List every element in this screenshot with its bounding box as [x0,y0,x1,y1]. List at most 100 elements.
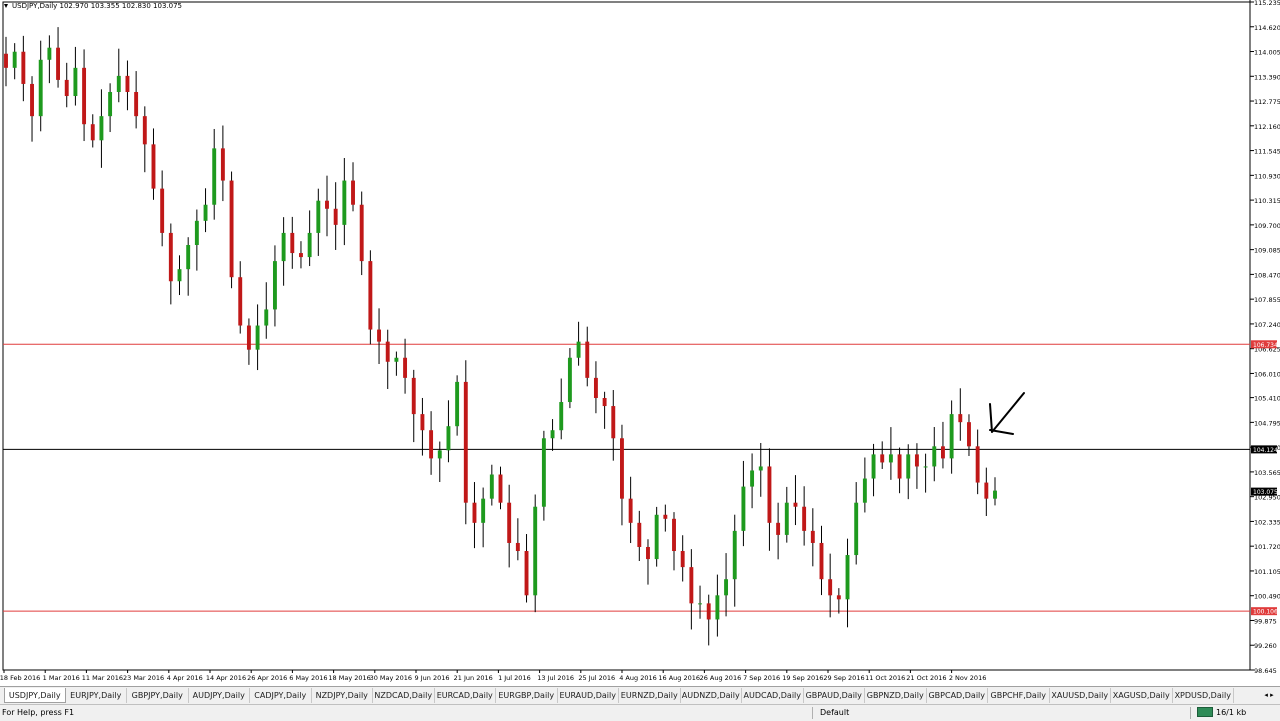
candle-bull [923,466,928,468]
price-tick-label: 112.775 [1254,98,1280,106]
date-tick-label: 4 Aug 2016 [619,674,657,682]
chart-tab[interactable]: EURCAD,Daily [435,688,496,703]
candle-bull [73,67,78,97]
candle-bull [264,309,269,326]
candlestick-chart[interactable]: 115.235 114.620 114.005 113.390 112.775 112.1… [0,0,1280,686]
chart-tab[interactable]: AUDCAD,Daily [742,688,804,703]
chart-tab[interactable]: EURNZD,Daily [619,688,681,703]
chart-tab[interactable]: XPDUSD,Daily [1173,688,1234,703]
candle-bull [732,530,737,580]
tab-scroll-arrows[interactable]: ◂ ▸ [1258,688,1280,703]
candle-bull [654,514,659,560]
candle-bull [949,414,954,459]
price-tick-label: 112.160 [1254,123,1280,131]
candle-bear [420,414,425,431]
chart-tab[interactable]: EURJPY,Daily [66,688,127,703]
date-tick-label: 26 Aug 2016 [700,674,742,682]
candle-bear [64,79,69,97]
date-tick-label: 25 Jul 2016 [578,674,615,682]
candle-bull [455,381,460,427]
chart-tab[interactable]: NZDCAD,Daily [373,688,435,703]
candle-bear [151,144,156,189]
price-tick-label: 107.240 [1254,321,1280,329]
candle-bull [567,357,572,403]
date-tick-label: 30 May 2016 [370,674,412,682]
candle-bull [108,91,113,117]
candle-bear [168,232,173,282]
candle-bear [984,482,989,499]
chart-tab[interactable]: AUDNZD,Daily [681,688,742,703]
date-tick-label: 21 Jun 2016 [454,674,493,682]
candle-bull [576,341,581,358]
connection-bars-icon [1197,707,1213,717]
status-divider [1190,707,1191,719]
candle-bear [914,454,919,467]
status-bar: For Help, press F1 Default 16/1 kb [0,704,1280,721]
candle-bull [715,595,720,620]
chart-tab[interactable]: XAUUSD,Daily [1050,688,1111,703]
candle-bear [21,51,26,84]
candle-bull [281,232,286,262]
price-tick-label: 100.490 [1254,593,1280,601]
candle-bear [333,208,338,225]
chart-tab[interactable]: CADJPY,Daily [250,688,312,703]
chart-tab[interactable]: GBPCAD,Daily [927,688,988,703]
price-tick-label: 98.645 [1254,667,1277,675]
date-tick-label: 18 Feb 2016 [0,674,40,682]
price-line-label: 104.124 [1253,447,1278,454]
chart-tab[interactable]: AUDJPY,Daily [189,688,250,703]
chart-tab[interactable]: EURAUD,Daily [558,688,619,703]
candle-bear [368,261,373,330]
candle-bull [212,148,217,205]
candle-bull [906,454,911,479]
candle-bear [507,502,512,543]
date-tick-label: 23 Mar 2016 [123,674,164,682]
candle-bear [246,325,251,350]
candle-bear [359,204,364,262]
candle-bear [880,454,885,463]
chart-area[interactable]: 115.235 114.620 114.005 113.390 112.775 112.1… [0,0,1280,686]
status-profile[interactable]: Default [820,708,849,717]
candle-bear [463,381,468,503]
connection-status[interactable]: 16/1 kb [1197,707,1246,717]
price-tick-label: 110.315 [1254,197,1280,205]
price-tick-label: 109.085 [1254,247,1280,255]
chart-tab[interactable]: GBPCHF,Daily [988,688,1050,703]
candle-bear [351,180,355,205]
candle-bear [620,438,624,499]
price-tick-label: 114.005 [1254,49,1280,57]
candle-bear [299,253,303,258]
candle-bear [767,466,772,523]
chart-title: USDJPY,Daily 102.970 103.355 102.830 103… [12,2,182,10]
chart-tab[interactable]: USDJPY,Daily [4,688,66,703]
candle-bear [602,398,607,407]
candle-bear [819,542,824,580]
candle-bull [255,325,260,350]
candle-bear [125,75,130,92]
chart-tab[interactable]: GBPJPY,Daily [127,688,189,703]
candle-bull [394,357,399,362]
candle-bull [272,261,277,310]
candle-bull [784,502,789,535]
price-line-label: 100.106 [1253,609,1278,616]
chart-tab[interactable]: EURGBP,Daily [496,688,558,703]
date-tick-label: 11 Oct 2016 [865,674,905,682]
candle-bull [38,59,43,117]
candle-bull [550,430,555,439]
date-tick-label: 4 Apr 2016 [167,674,203,682]
chart-tab[interactable]: GBPNZD,Daily [865,688,927,703]
chart-tab[interactable]: GBPAUD,Daily [804,688,865,703]
candle-bear [325,200,329,209]
price-tick-label: 107.855 [1254,296,1280,304]
price-tick-label: 101.720 [1254,543,1280,551]
chart-tab[interactable]: NZDJPY,Daily [312,688,373,703]
candle-bull [758,466,763,471]
candle-bull [932,446,937,467]
candle-bull [177,269,182,282]
chart-tab[interactable]: XAGUSD,Daily [1111,688,1173,703]
candle-bull [47,47,52,60]
candle-bear [160,188,165,233]
candle-bear [134,91,139,117]
candle-bear [524,551,529,596]
status-help-text: For Help, press F1 [2,708,75,717]
